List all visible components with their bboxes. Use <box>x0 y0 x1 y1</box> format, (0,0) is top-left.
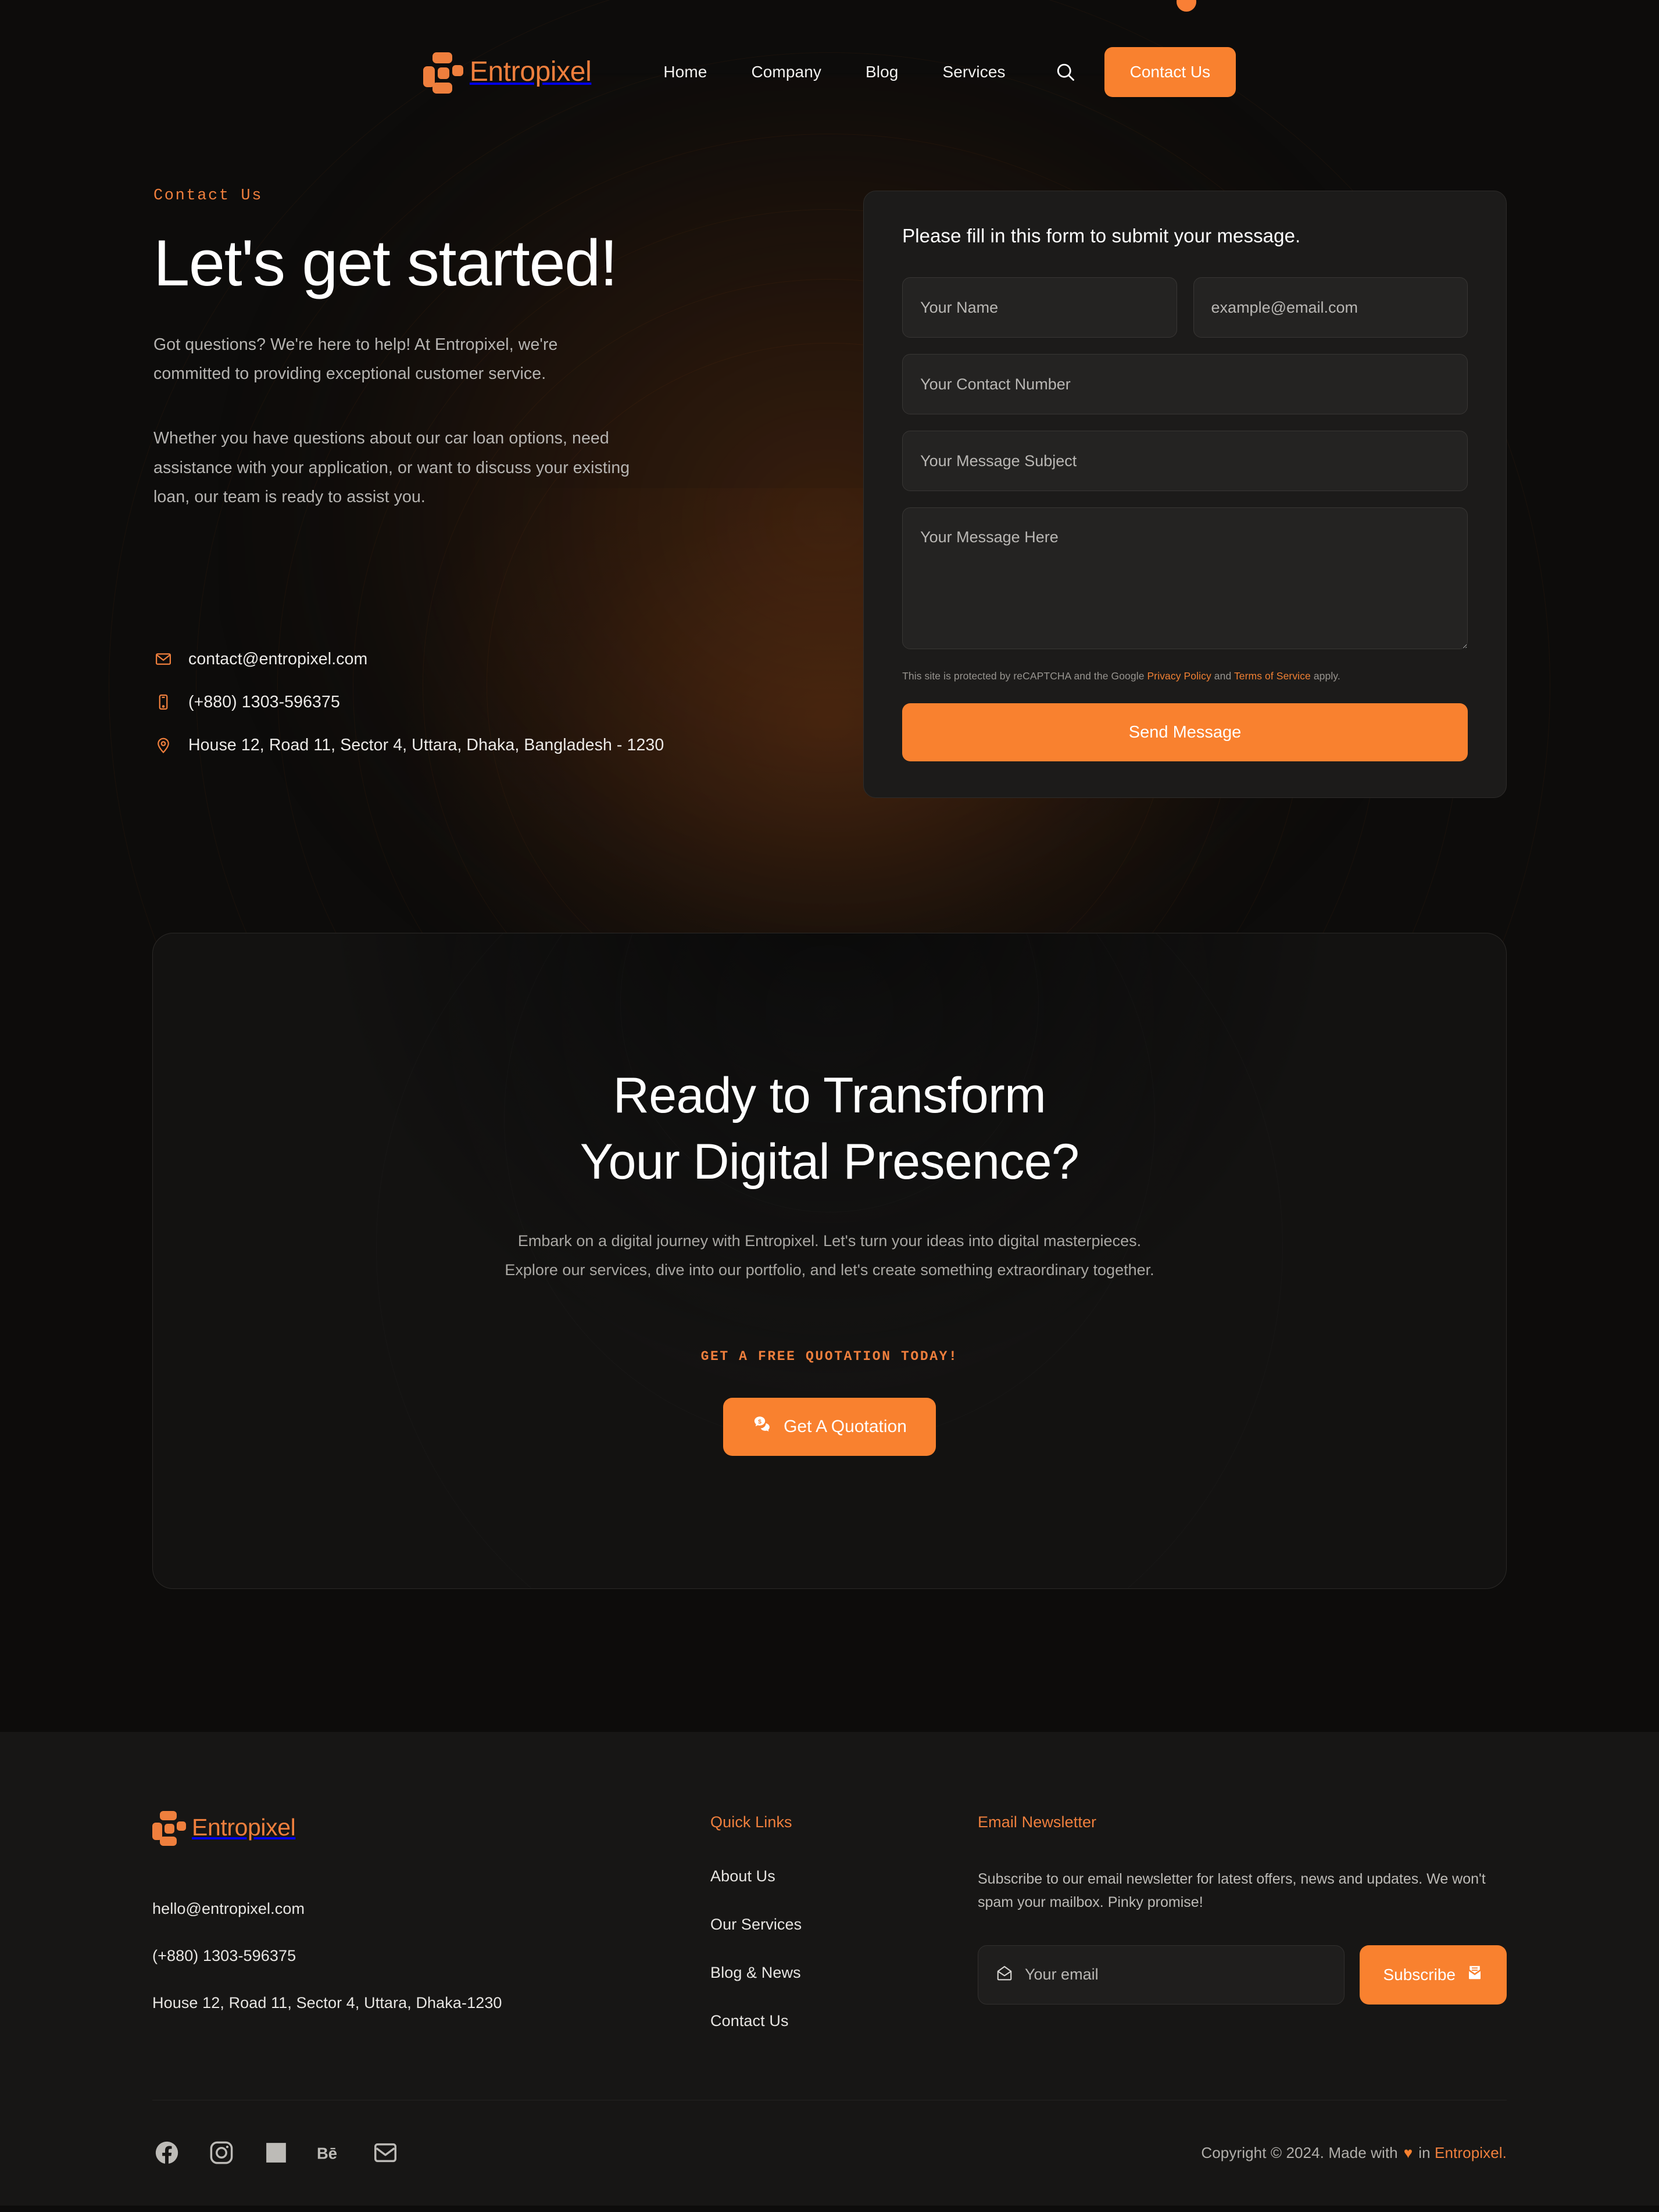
cta-title-line-2: Your Digital Presence? <box>580 1134 1079 1190</box>
hero-paragraph-1: Got questions? We're here to help! At En… <box>153 335 558 384</box>
entropixel-logo-icon <box>423 52 463 94</box>
recaptcha-suffix: apply. <box>1310 670 1340 682</box>
footer-email[interactable]: hello@entropixel.com <box>152 1900 710 1918</box>
contact-form-card: Please fill in this form to submit your … <box>863 191 1507 798</box>
contact-email-value: contact@entropixel.com <box>188 649 368 668</box>
recaptcha-notice: This site is protected by reCAPTCHA and … <box>902 670 1468 682</box>
contact-us-button[interactable]: Contact Us <box>1104 47 1236 97</box>
contact-email-row[interactable]: contact@entropixel.com <box>153 649 799 669</box>
form-heading: Please fill in this form to submit your … <box>902 225 1301 246</box>
facebook-icon[interactable] <box>152 2138 181 2167</box>
footer-logo-link[interactable]: Entropixel <box>152 1810 710 1846</box>
copyright-brand-link[interactable]: Entropixel. <box>1435 2144 1507 2162</box>
site-footer: Entropixel hello@entropixel.com (+880) 1… <box>0 1731 1659 2206</box>
newsletter-description: Subscribe to our email newsletter for la… <box>978 1870 1486 1910</box>
subject-input[interactable] <box>902 431 1468 491</box>
social-links: Bē <box>152 2138 400 2167</box>
contact-address-row[interactable]: House 12, Road 11, Sector 4, Uttara, Dha… <box>153 735 799 755</box>
footer-phone[interactable]: (+880) 1303-596375 <box>152 1947 710 1965</box>
page-title: Let's get started! <box>153 227 618 299</box>
logo-text: Entropixel <box>469 56 592 87</box>
contact-address-value: House 12, Road 11, Sector 4, Uttara, Dha… <box>188 735 664 754</box>
contact-details-list: contact@entropixel.com (+880) 1303-59637… <box>153 649 799 755</box>
section-eyebrow: Contact Us <box>153 187 263 205</box>
linkedin-icon[interactable] <box>262 2138 291 2167</box>
footer-brand-column: Entropixel hello@entropixel.com (+880) 1… <box>152 1810 710 2012</box>
recaptcha-prefix: This site is protected by reCAPTCHA and … <box>902 670 1147 682</box>
subscribe-button[interactable]: Subscribe <box>1360 1945 1507 2005</box>
svg-text:$: $ <box>758 1419 761 1425</box>
nav-item-blog[interactable]: Blog <box>843 63 920 81</box>
send-message-button[interactable]: Send Message <box>902 703 1468 761</box>
footer-link-contact-us[interactable]: Contact Us <box>710 2012 978 2030</box>
search-icon[interactable] <box>1052 59 1079 85</box>
envelope-open-icon <box>996 1964 1013 1985</box>
footer-logo-text: Entropixel <box>192 1813 296 1841</box>
get-a-quotation-button[interactable]: $ Get A Quotation <box>723 1397 936 1456</box>
contact-phone-value: (+880) 1303-596375 <box>188 692 340 711</box>
subscribe-label: Subscribe <box>1383 1965 1456 1984</box>
recaptcha-mid: and <box>1211 670 1234 682</box>
newsletter-input-wrapper[interactable] <box>978 1945 1345 2005</box>
footer-newsletter-column: Email Newsletter Subscribe to our email … <box>978 1811 1507 2005</box>
chat-dollar-icon: $ <box>752 1415 772 1439</box>
nav-item-home[interactable]: Home <box>641 63 729 81</box>
mail-send-icon <box>1466 1964 1483 1985</box>
message-textarea[interactable] <box>902 507 1468 649</box>
location-pin-icon <box>153 735 173 755</box>
name-input[interactable] <box>902 277 1177 338</box>
cta-kicker: GET A FREE QUOTATION TODAY! <box>700 1348 959 1364</box>
email-input[interactable] <box>1193 277 1468 338</box>
cta-title-line-1: Ready to Transform <box>613 1068 1046 1123</box>
newsletter-heading: Email Newsletter <box>978 1813 1097 1831</box>
phone-icon <box>153 692 173 712</box>
instagram-icon[interactable] <box>207 2138 236 2167</box>
terms-of-service-link[interactable]: Terms of Service <box>1234 670 1311 682</box>
contact-phone-row[interactable]: (+880) 1303-596375 <box>153 692 799 712</box>
get-a-quotation-label: Get A Quotation <box>784 1416 907 1436</box>
copyright-prefix: Copyright © 2024. Made with <box>1201 2143 1398 2161</box>
copyright-mid: in <box>1418 2143 1431 2161</box>
cta-title: Ready to Transform Your Digital Presence? <box>153 1062 1506 1196</box>
nav-item-company[interactable]: Company <box>729 63 843 81</box>
contact-section: Contact Us Let's get started! Got questi… <box>152 144 1507 798</box>
entropixel-logo-icon <box>152 1810 186 1846</box>
cta-panel: Ready to Transform Your Digital Presence?… <box>152 933 1507 1589</box>
footer-quick-links-column: Quick Links About Us Our Services Blog &… <box>710 1811 978 2030</box>
envelope-icon <box>153 649 173 669</box>
nav-item-services[interactable]: Services <box>920 63 1027 81</box>
logo-link[interactable]: Entropixel <box>423 52 592 94</box>
footer-link-our-services[interactable]: Our Services <box>710 1916 978 1934</box>
contact-intro: Contact Us Let's get started! Got questi… <box>152 187 799 755</box>
footer-address: House 12, Road 11, Sector 4, Uttara, Dha… <box>152 1993 502 2011</box>
copyright-text: Copyright © 2024. Made with ♥ in Entropixe… <box>1201 2144 1507 2162</box>
hero-paragraph-2: Whether you have questions about our car… <box>153 429 630 507</box>
main-navigation: Home Company Blog Services <box>641 63 1027 81</box>
heart-icon: ♥ <box>1403 2143 1413 2161</box>
privacy-policy-link[interactable]: Privacy Policy <box>1147 670 1211 682</box>
phone-input[interactable] <box>902 354 1468 414</box>
footer-link-blog-news[interactable]: Blog & News <box>710 1964 978 1982</box>
footer-link-about-us[interactable]: About Us <box>710 1867 978 1885</box>
footer-bottom-bar: Bē Copyright © 2024. Made with ♥ in Entrop… <box>152 2099 1507 2206</box>
email-icon[interactable] <box>371 2138 400 2167</box>
cta-subtitle: Embark on a digital journey with Entropi… <box>505 1232 1154 1279</box>
newsletter-email-input[interactable] <box>1025 1966 1327 1984</box>
site-header: Entropixel Home Company Blog Services Co… <box>0 0 1659 144</box>
svg-text:Bē: Bē <box>317 2144 337 2162</box>
behance-icon[interactable]: Bē <box>316 2138 345 2167</box>
quick-links-heading: Quick Links <box>710 1813 792 1831</box>
